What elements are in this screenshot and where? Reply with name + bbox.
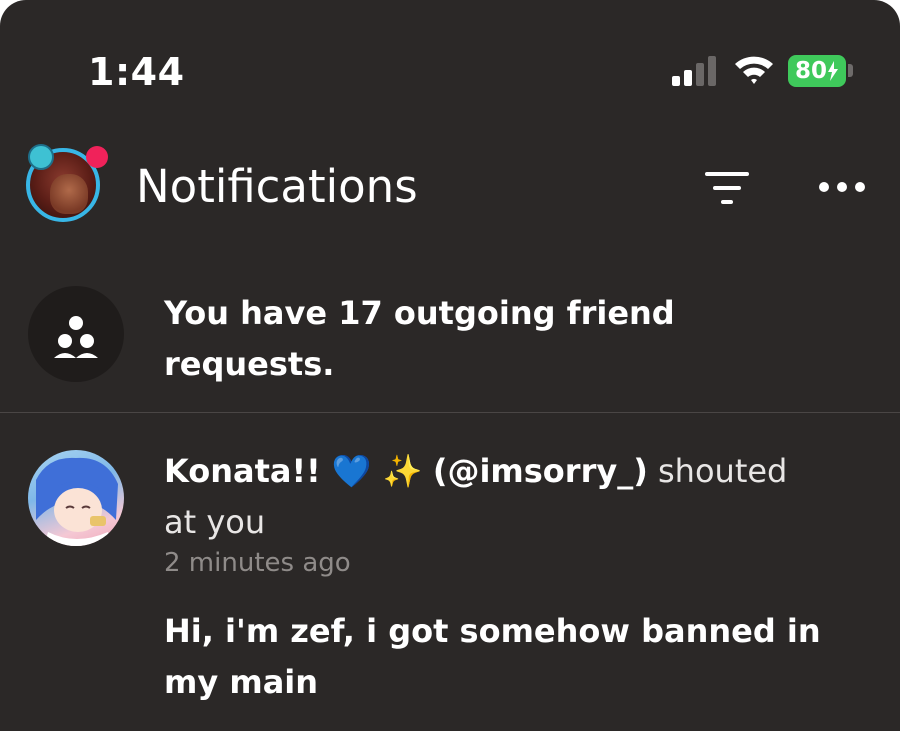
battery-nub <box>848 64 853 77</box>
phone-screen: 1:44 80 Notifications You have 17 outgoi… <box>0 0 900 731</box>
battery-level: 80 <box>794 58 827 84</box>
avatar-face <box>50 174 88 214</box>
filter-icon[interactable] <box>700 168 754 208</box>
avatar-badge-icon <box>28 144 54 170</box>
page-title: Notifications <box>136 160 418 213</box>
divider <box>0 412 900 413</box>
battery-charging-icon: 80 <box>788 55 846 87</box>
friend-requests-row[interactable]: You have 17 outgoing friend requests. <box>0 280 900 412</box>
friends-group-icon-circle <box>28 286 124 382</box>
shout-message[interactable]: Hi, i'm zef, i got somehow banned in my … <box>164 606 864 708</box>
sender-handle[interactable]: (@imsorry_) <box>433 452 648 490</box>
friends-group-icon <box>54 316 98 358</box>
status-time: 1:44 <box>88 50 185 94</box>
profile-avatar-button[interactable] <box>24 144 110 232</box>
bolt-icon <box>828 61 838 81</box>
more-icon[interactable] <box>814 172 870 202</box>
shout-timestamp: 2 minutes ago <box>164 548 351 578</box>
notification-dot <box>86 146 108 168</box>
shout-headline: Konata!! 💙 ✨ (@imsorry_) shouted at you <box>164 446 824 548</box>
sender-display-name[interactable]: Konata!! 💙 ✨ <box>164 452 423 490</box>
sender-avatar[interactable] <box>28 450 124 546</box>
anime-character-avatar <box>36 457 118 546</box>
wifi-icon <box>735 56 773 84</box>
friend-requests-text: You have 17 outgoing friend requests. <box>164 294 675 383</box>
signal-icon <box>672 56 716 86</box>
